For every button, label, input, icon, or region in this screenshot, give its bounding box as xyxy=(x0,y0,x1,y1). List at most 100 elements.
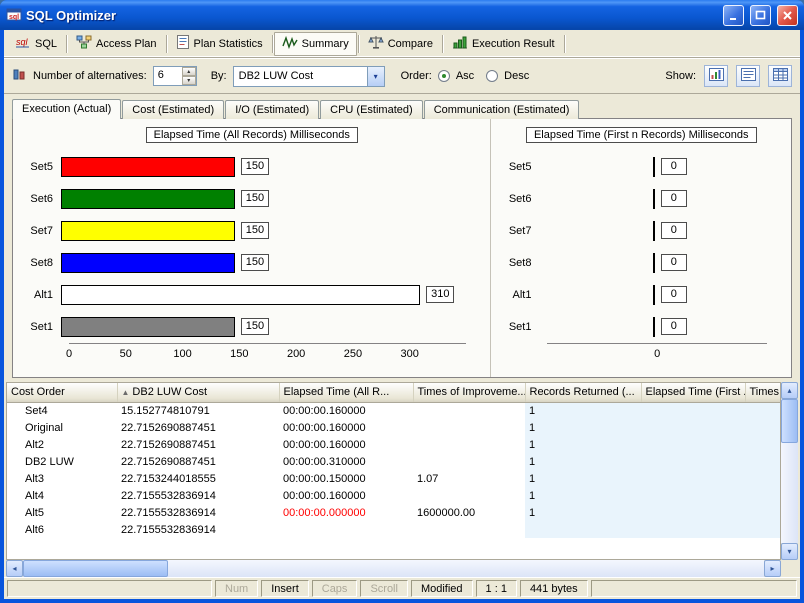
alternatives-spinner[interactable]: 6 ▴ ▾ xyxy=(153,66,197,86)
tab-execution-result[interactable]: Execution Result xyxy=(444,32,563,56)
table-cell xyxy=(745,504,781,521)
show-grid-view-button[interactable] xyxy=(768,65,792,87)
table-row[interactable]: Alt322.715324401855500:00:00.1500001.071 xyxy=(7,470,781,487)
bar[interactable] xyxy=(653,317,655,337)
tab-access-plan[interactable]: Access Plan xyxy=(68,32,165,56)
scrollbar-track[interactable] xyxy=(23,560,764,577)
scrollbar-thumb[interactable] xyxy=(23,560,168,577)
bar-value-label: 0 xyxy=(661,222,687,239)
table-row[interactable]: Alt622.7155532836914 xyxy=(7,521,781,538)
sort-by-combobox[interactable]: DB2 LUW Cost ▾ xyxy=(233,66,385,87)
bar-category-label: Set1 xyxy=(13,321,61,333)
table-cell xyxy=(279,521,413,538)
bar-track: 150 xyxy=(61,317,466,337)
title-bar[interactable]: sql SQL Optimizer xyxy=(0,0,804,30)
table-row[interactable]: DB2 LUW22.715269088745100:00:00.3100001 xyxy=(7,453,781,470)
asc-label[interactable]: Asc xyxy=(456,70,474,82)
toolbar-separator xyxy=(272,35,273,53)
bar[interactable] xyxy=(61,253,235,273)
status-bar: NumInsertCapsScrollModified1 : 1441 byte… xyxy=(4,577,800,599)
column-header[interactable]: Cost Order xyxy=(7,383,117,402)
bar-category-label: Set8 xyxy=(491,257,539,269)
table-row[interactable]: Alt522.715553283691400:00:00.00000016000… xyxy=(7,504,781,521)
compare-icon xyxy=(368,35,384,52)
maximize-button[interactable] xyxy=(750,5,771,26)
bar[interactable] xyxy=(653,221,655,241)
bar[interactable] xyxy=(653,285,655,305)
bar[interactable] xyxy=(653,253,655,273)
scrollbar-track[interactable] xyxy=(781,399,798,543)
table-row[interactable]: Original22.715269088745100:00:00.1600001 xyxy=(7,419,781,436)
main-toolbar: sql SQL Access Plan Plan Statistics Summ… xyxy=(4,30,800,58)
vertical-scrollbar[interactable]: ▴ ▾ xyxy=(781,382,798,560)
status-panel: 441 bytes xyxy=(520,580,588,597)
tab-sql[interactable]: sql SQL xyxy=(7,32,65,56)
combobox-dropdown-button[interactable]: ▾ xyxy=(367,67,384,86)
bar[interactable] xyxy=(653,157,655,177)
column-header[interactable]: Times of Improveme... xyxy=(413,383,525,402)
tab-communication-estimated[interactable]: Communication (Estimated) xyxy=(424,100,580,119)
bar-value-label: 0 xyxy=(661,190,687,207)
column-header[interactable]: Records Returned (... xyxy=(525,383,641,402)
bar-category-label: Set6 xyxy=(491,193,539,205)
x-tick-label: 150 xyxy=(230,348,248,360)
tab-summary[interactable]: Summary xyxy=(274,32,357,56)
bar[interactable] xyxy=(653,189,655,209)
tab-cpu-estimated[interactable]: CPU (Estimated) xyxy=(320,100,423,119)
summary-icon xyxy=(282,35,298,52)
x-tick-label: 0 xyxy=(66,348,72,360)
app-icon: sql xyxy=(6,6,22,25)
bar[interactable] xyxy=(61,157,235,177)
column-header[interactable]: Elapsed Time (First ... xyxy=(641,383,745,402)
chart-view-icon xyxy=(709,68,724,84)
radio-asc[interactable] xyxy=(438,70,450,82)
tab-compare[interactable]: Compare xyxy=(360,32,441,56)
tab-cost-estimated[interactable]: Cost (Estimated) xyxy=(122,100,224,119)
column-header[interactable]: ▲DB2 LUW Cost xyxy=(117,383,279,402)
bar-category-label: Set6 xyxy=(13,193,61,205)
scroll-up-button[interactable]: ▴ xyxy=(781,382,798,399)
close-button[interactable] xyxy=(777,5,798,26)
table-row[interactable]: Set415.15277481079100:00:00.1600001 xyxy=(7,402,781,419)
table-cell xyxy=(641,436,745,453)
toolbar-separator xyxy=(564,35,565,53)
table-row[interactable]: Alt222.715269088745100:00:00.1600001 xyxy=(7,436,781,453)
status-filler-panel xyxy=(591,580,797,597)
bar-category-label: Set5 xyxy=(13,161,61,173)
column-header[interactable]: Times of Im... xyxy=(745,383,781,402)
spin-up-button[interactable]: ▴ xyxy=(182,67,196,76)
bar-row: Set50 xyxy=(491,151,791,183)
bar[interactable] xyxy=(61,317,235,337)
table-cell: 00:00:00.160000 xyxy=(279,402,413,419)
alternatives-value[interactable]: 6 xyxy=(154,67,182,85)
scroll-down-button[interactable]: ▾ xyxy=(781,543,798,560)
table-cell: Alt6 xyxy=(7,521,117,538)
table-cell: Alt2 xyxy=(7,436,117,453)
x-tick-label: 250 xyxy=(344,348,362,360)
bar[interactable] xyxy=(61,221,235,241)
minimize-button[interactable] xyxy=(723,5,744,26)
show-report-view-button[interactable] xyxy=(736,65,760,87)
scrollbar-thumb[interactable] xyxy=(781,399,798,443)
desc-label[interactable]: Desc xyxy=(504,70,529,82)
bar[interactable] xyxy=(61,189,235,209)
column-header[interactable]: Elapsed Time (All R... xyxy=(279,383,413,402)
table-cell: 1 xyxy=(525,453,641,470)
table-row[interactable]: Alt422.715553283691400:00:00.1600001 xyxy=(7,487,781,504)
radio-desc[interactable] xyxy=(486,70,498,82)
bar[interactable] xyxy=(61,285,420,305)
tab-plan-statistics[interactable]: Plan Statistics xyxy=(168,32,271,56)
summary-view-tabs: Execution (Actual) Cost (Estimated) I/O … xyxy=(4,94,800,118)
tab-io-estimated[interactable]: I/O (Estimated) xyxy=(225,100,319,119)
scroll-left-button[interactable]: ◂ xyxy=(6,560,23,577)
spin-down-button[interactable]: ▾ xyxy=(182,76,196,85)
scroll-right-button[interactable]: ▸ xyxy=(764,560,781,577)
table-cell: 1 xyxy=(525,504,641,521)
table-cell xyxy=(641,487,745,504)
show-chart-view-button[interactable] xyxy=(704,65,728,87)
tab-execution-actual[interactable]: Execution (Actual) xyxy=(12,99,121,119)
sort-asc-icon: ▲ xyxy=(122,388,130,397)
table-cell: 00:00:00.160000 xyxy=(279,436,413,453)
bar-track: 310 xyxy=(61,285,466,305)
horizontal-scrollbar[interactable]: ◂ ▸ xyxy=(6,560,781,577)
